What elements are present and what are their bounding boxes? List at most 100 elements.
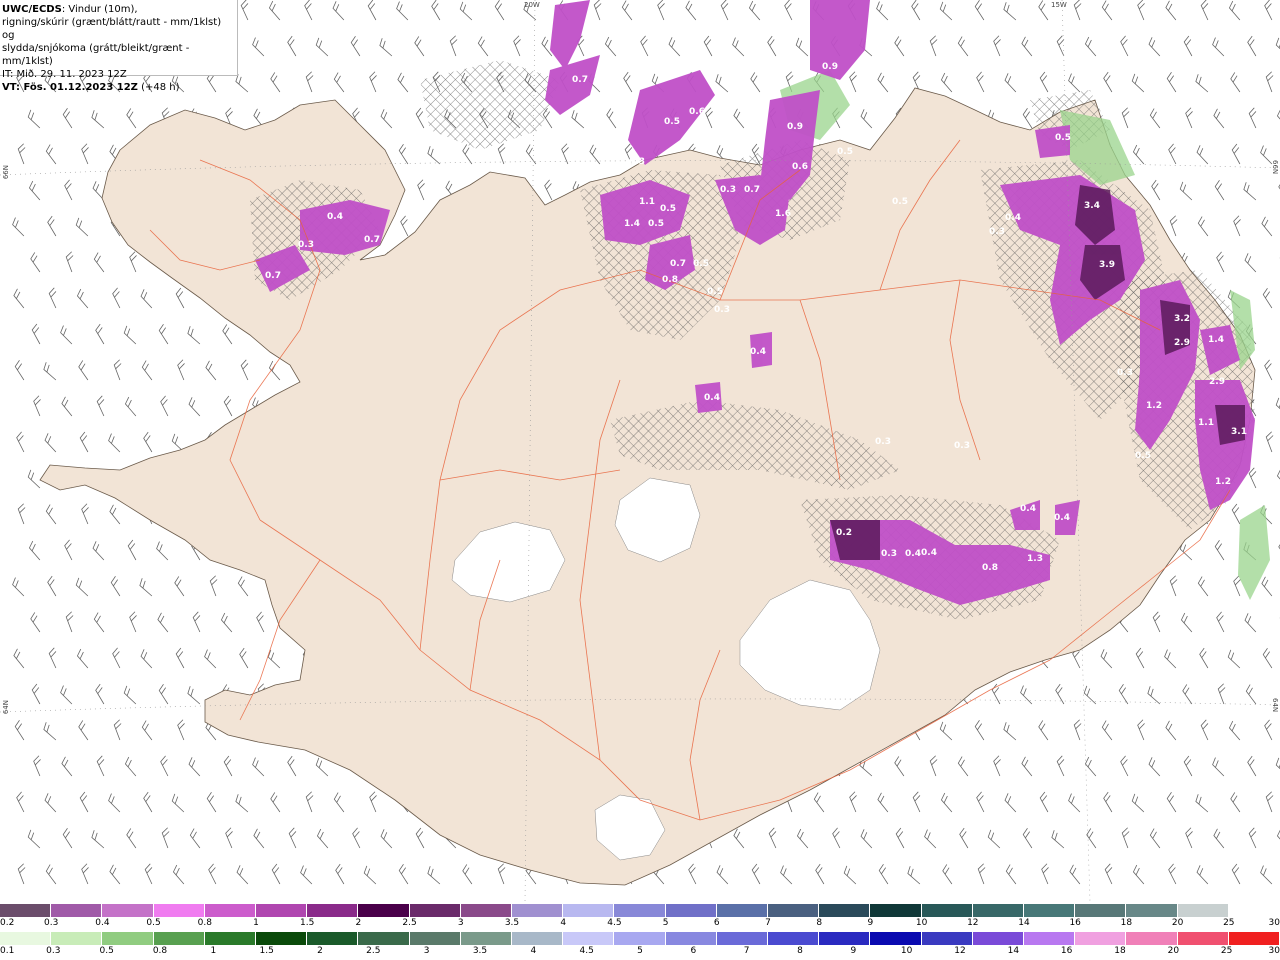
precip-value-label: 0.4 xyxy=(704,393,720,403)
legend-color-swatch xyxy=(819,932,871,945)
legend-tick-label: 12 xyxy=(954,946,966,956)
precip-value-label: 1.6 xyxy=(775,209,791,219)
legend-color-swatch xyxy=(665,904,717,917)
precip-value-label: 0.8 xyxy=(982,563,998,573)
legend-tick-label: 8 xyxy=(797,946,803,956)
legend-color-swatch xyxy=(512,932,564,945)
legend-tick-label: 7 xyxy=(765,918,771,928)
legend-tick-label: 10 xyxy=(915,918,928,928)
model-label: UWC/ECDS xyxy=(2,4,62,15)
rain-legend-colorbar xyxy=(0,932,1280,945)
legend-color-swatch xyxy=(972,904,1025,917)
legend-color-swatch xyxy=(972,932,1025,945)
legend-color-swatch xyxy=(102,904,154,917)
legend-tick-label: 14 xyxy=(1018,918,1030,928)
legend-tick-label: 8 xyxy=(816,918,823,928)
info-line-2: rigning/skúrir (grænt/blátt/rautt - mm/1… xyxy=(2,17,222,41)
legend-color-swatch xyxy=(1126,932,1178,945)
legend-tick-label: 9 xyxy=(850,946,857,956)
legend-color-swatch xyxy=(870,932,922,945)
precip-value-label: 0.4 xyxy=(327,212,343,222)
snow-legend: 0.2 0.3 0.4 0.5 0.8 1 1.5 2 2.5 3 3.5 4 4.5 5 6 7 8 9 10 12… xyxy=(0,904,1280,931)
legend-color-swatch xyxy=(1228,904,1280,917)
grid-label-66n-right: 66N xyxy=(1271,160,1279,175)
precip-value-label: 1.4 xyxy=(1208,335,1224,345)
legend-tick-label: 0.4 xyxy=(95,918,110,928)
legend-tick-label: 9 xyxy=(867,918,874,928)
legend-color-swatch xyxy=(1075,904,1127,917)
precip-value-label: 0.7 xyxy=(744,185,760,195)
legend-tick-label: 10 xyxy=(900,946,913,956)
legend-color-swatch xyxy=(819,904,871,917)
snow-legend-colorbar xyxy=(0,904,1280,917)
legend-tick-label: 0.1 xyxy=(0,946,15,956)
legend-tick-label: 0.5 xyxy=(99,946,114,956)
precip-value-label: 0.7 xyxy=(572,75,588,85)
legend-color-swatch xyxy=(768,932,820,945)
precip-value-label: 0.9 xyxy=(822,62,838,72)
precip-value-label: 0.4 xyxy=(750,347,766,357)
info-line-1: UWC/ECDS: Vindur (10m), xyxy=(2,4,138,15)
precip-value-label: 1.4 xyxy=(624,219,640,229)
legend-tick-label: 4 xyxy=(530,946,537,956)
legend-color-swatch xyxy=(768,904,820,917)
precip-value-label: 0.8 xyxy=(662,275,678,285)
precip-value-label: 0.6 xyxy=(689,107,705,117)
snow-legend-labels: 0.2 0.3 0.4 0.5 0.8 1 1.5 2 2.5 3 3.5 4 4.5 5 6 7 8 9 10 12… xyxy=(0,917,1280,931)
legend-color-swatch xyxy=(1228,932,1280,945)
grid-label-64n-right: 64N xyxy=(1271,698,1279,713)
legend-tick-label: 5 xyxy=(662,918,669,928)
legend-tick-label: 5 xyxy=(637,946,643,956)
legend-tick-label: 4.5 xyxy=(607,918,622,928)
precip-value-label: 0.3 xyxy=(714,305,730,315)
precip-value-label: 0.7 xyxy=(265,271,281,281)
legend-tick-label: 30 xyxy=(1268,918,1280,928)
precip-value-label: 3.4 xyxy=(1084,201,1100,211)
legend-color-swatch xyxy=(1024,932,1076,945)
precip-value-label: 0.4 xyxy=(905,549,921,559)
legend-tick-label: 18 xyxy=(1120,918,1133,928)
legend-tick-label: 1.5 xyxy=(300,918,315,928)
rain-legend: 0.1 0.3 0.5 0.8 1 1.5 2 2.5 3 3.5 4 4.5 5 6 7 8 9 10 12 14 1… xyxy=(0,932,1280,959)
legend-color-swatch xyxy=(921,904,973,917)
precip-value-label: 0.4 xyxy=(921,548,937,558)
legend-color-swatch xyxy=(460,904,513,917)
precip-value-label: 0.5 xyxy=(648,219,664,229)
grid-label-64n-left: 64N xyxy=(2,700,10,715)
precip-value-label: 1.1 xyxy=(639,197,655,207)
init-time: IT: Mið. 29. 11. 2023 12Z xyxy=(2,69,127,80)
legend-tick-label: 2 xyxy=(317,946,323,956)
legend-tick-label: 30 xyxy=(1268,946,1280,956)
precip-value-label: 0.6 xyxy=(792,162,808,172)
precip-value-label: 0.9 xyxy=(787,122,803,132)
legend-tick-label: 2 xyxy=(355,918,362,928)
legend-tick-label: 3.5 xyxy=(472,946,488,956)
precip-value-label: 0.5 xyxy=(837,147,853,157)
precip-value-label: 0.5 xyxy=(1135,451,1151,461)
precip-value-label: 0.4 xyxy=(1005,213,1021,223)
legend-color-swatch xyxy=(409,904,461,917)
legend-color-swatch xyxy=(1075,932,1127,945)
legend-tick-label: 25 xyxy=(1223,918,1235,928)
legend-tick-label: 2.5 xyxy=(366,946,381,956)
precip-value-label: 1.3 xyxy=(1027,554,1043,564)
precip-value-label: 1.2 xyxy=(1215,477,1231,487)
legend-tick-label: 3.5 xyxy=(504,918,520,928)
precip-value-label: 2.9 xyxy=(1174,338,1190,348)
legend-tick-label: 18 xyxy=(1114,946,1126,956)
legend-tick-label: 4 xyxy=(560,918,567,928)
legend-color-swatch xyxy=(204,904,257,917)
legend-tick-label: 25 xyxy=(1220,946,1233,956)
valid-time: VT: Fös. 01.12.2023 12Z (+48 h) xyxy=(2,82,180,93)
precip-value-label: 0.5 xyxy=(1055,133,1071,143)
precip-value-label: 0.2 xyxy=(836,528,852,538)
legend-color-swatch xyxy=(716,904,769,917)
legend-color-swatch xyxy=(51,904,103,917)
precip-value-label: 0.3 xyxy=(989,227,1005,237)
legend-tick-label: 3 xyxy=(423,946,430,956)
precip-value-label: 0.5 xyxy=(892,197,908,207)
legend-tick-label: 6 xyxy=(690,946,697,956)
precip-value-label: 0.3 xyxy=(720,185,736,195)
legend-tick-label: 0.8 xyxy=(197,918,212,928)
map-info-box: UWC/ECDS: Vindur (10m), rigning/skúrir (… xyxy=(0,0,238,93)
